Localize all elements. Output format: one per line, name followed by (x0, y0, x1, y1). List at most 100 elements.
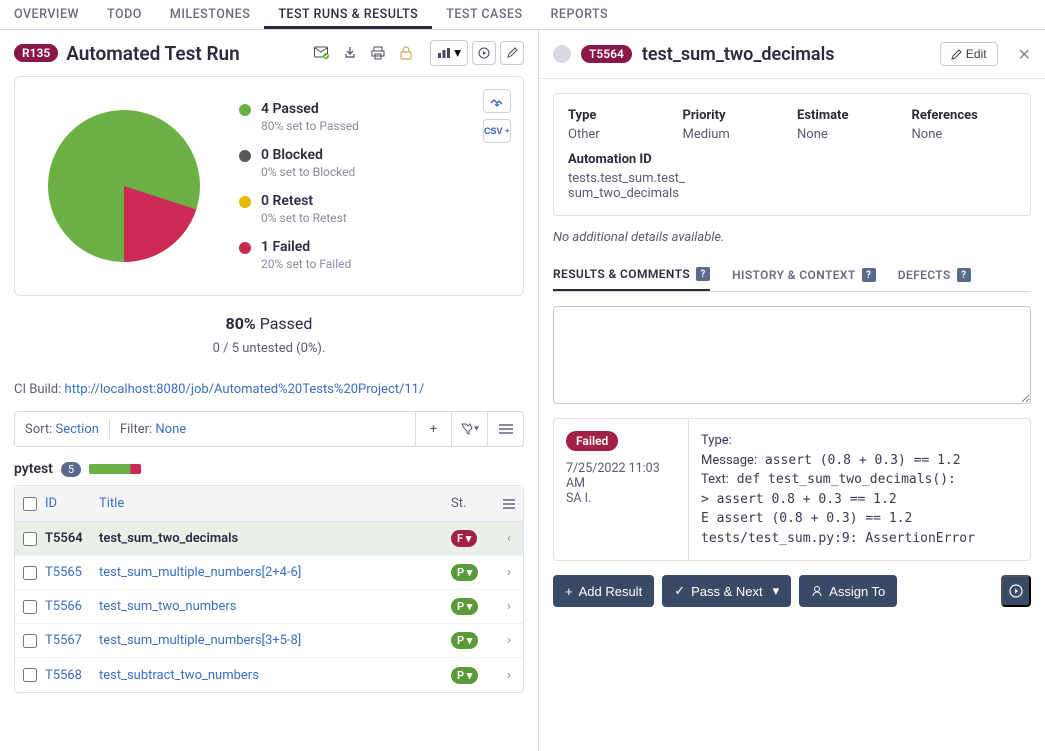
row-title[interactable]: test_sum_multiple_numbers[3+5-8] (99, 633, 451, 648)
assign-to-button[interactable]: Assign To (799, 575, 897, 607)
run-header: R135 Automated Test Run ▾ (0, 30, 538, 76)
sort-link[interactable]: Section (56, 422, 99, 437)
nav-milestones[interactable]: MILESTONES (156, 0, 264, 29)
play-icon[interactable] (472, 41, 496, 65)
edit-icon[interactable] (500, 41, 524, 65)
help-icon[interactable]: ? (957, 268, 971, 282)
status-pill[interactable]: P ▾ (451, 667, 478, 684)
close-icon[interactable]: ✕ (1018, 45, 1031, 64)
status-badge: Failed (566, 431, 618, 451)
help-icon[interactable]: ? (696, 267, 710, 281)
row-title[interactable]: test_sum_multiple_numbers[2+4-6] (99, 565, 451, 580)
col-header-title[interactable]: Title (99, 496, 451, 511)
play-button[interactable] (1001, 575, 1031, 607)
col-header-status[interactable]: St. (451, 496, 495, 511)
row-id[interactable]: T5564 (45, 531, 99, 546)
row-expand-icon[interactable]: › (495, 668, 523, 683)
row-checkbox[interactable] (23, 566, 37, 580)
row-expand-icon[interactable]: › (495, 599, 523, 614)
row-expand-icon[interactable]: › (495, 633, 523, 648)
select-all-checkbox[interactable] (23, 497, 37, 511)
edit-button[interactable]: Edit (940, 42, 998, 66)
chart-dropdown[interactable]: ▾ (430, 40, 468, 66)
nav-test-cases[interactable]: TEST CASES (432, 0, 536, 29)
status-pill[interactable]: F ▾ (451, 530, 477, 547)
section-name[interactable]: pytest (14, 461, 53, 477)
row-checkbox[interactable] (23, 634, 37, 648)
col-header-id[interactable]: ID (45, 496, 99, 511)
filter-link[interactable]: None (155, 422, 186, 437)
list-view-button[interactable] (487, 411, 523, 447)
row-expand-icon[interactable]: › (495, 565, 523, 580)
table-row[interactable]: T5565 test_sum_multiple_numbers[2+4-6] P… (15, 556, 523, 590)
top-nav: OVERVIEW TODO MILESTONES TEST RUNS & RES… (0, 0, 1045, 30)
run-title: Automated Test Run (66, 42, 240, 65)
col-menu-button[interactable] (495, 498, 523, 510)
ci-build-line: CI Build: http://localhost:8080/job/Auto… (0, 376, 538, 403)
row-expand-icon[interactable]: ‹ (495, 531, 523, 546)
chart-data-item: 1 Failed20% set to Failed (239, 239, 359, 271)
comment-textarea[interactable] (553, 306, 1031, 404)
row-checkbox[interactable] (23, 532, 37, 546)
row-id[interactable]: T5566 (45, 599, 99, 614)
chart-data-item: 0 Retest0% set to Retest (239, 193, 359, 225)
test-table: ID Title St. T5564 test_sum_two_decimals… (14, 485, 524, 693)
row-checkbox[interactable] (23, 668, 37, 682)
chevron-down-icon: ▾ (454, 45, 461, 61)
nav-overview[interactable]: OVERVIEW (0, 0, 93, 29)
table-row[interactable]: T5567 test_sum_multiple_numbers[3+5-8] P… (15, 624, 523, 658)
tab-history[interactable]: HISTORY & CONTEXT? (732, 259, 876, 291)
section-header: pytest 5 (0, 447, 538, 485)
lock-icon[interactable] (394, 41, 418, 65)
inner-tabs: RESULTS & COMMENTS? HISTORY & CONTEXT? D… (553, 259, 1031, 292)
result-card: Failed 7/25/2022 11:03 AM SA I. Type: Me… (553, 418, 1031, 561)
chart-data-item: 4 Passed80% set to Passed (239, 101, 359, 133)
status-pill[interactable]: P ▾ (451, 564, 478, 581)
avatar (553, 45, 571, 63)
ci-build-link[interactable]: http://localhost:8080/job/Automated%20Te… (65, 382, 425, 397)
detail-header: T5564 test_sum_two_decimals Edit ✕ (539, 30, 1045, 79)
summary: 80% Passed 0 / 5 untested (0%). (0, 314, 538, 356)
filter-funnel-button[interactable]: ▾ (451, 411, 487, 447)
nav-test-runs[interactable]: TEST RUNS & RESULTS (264, 0, 432, 29)
print-icon[interactable] (366, 41, 390, 65)
chart-data-series: 4 Passed80% set to Passed 0 Blocked0% set… (239, 101, 359, 271)
nav-todo[interactable]: TODO (93, 0, 156, 29)
action-bar: +Add Result ✓Pass & Next▾ Assign To (553, 575, 1031, 607)
table-row[interactable]: T5566 test_sum_two_numbers P ▾ › (15, 590, 523, 624)
row-title[interactable]: test_subtract_two_numbers (99, 668, 451, 683)
table-row[interactable]: T5568 test_subtract_two_numbers P ▾ › (15, 658, 523, 692)
filter-bar: Sort: Section Filter: None + ▾ (14, 411, 524, 447)
result-author: SA I. (566, 491, 676, 506)
chart-data-item: 0 Blocked0% set to Blocked (239, 147, 359, 179)
export-csv-button[interactable]: CSV (483, 119, 511, 143)
help-icon[interactable]: ? (862, 268, 876, 282)
row-checkbox[interactable] (23, 600, 37, 614)
table-row[interactable]: T5564 test_sum_two_decimals F ▾ ‹ (15, 522, 523, 556)
add-result-button[interactable]: +Add Result (553, 575, 654, 607)
row-id[interactable]: T5567 (45, 633, 99, 648)
run-badge: R135 (14, 44, 58, 62)
detail-title: test_sum_two_decimals (642, 44, 835, 65)
export-image-button[interactable] (483, 89, 511, 113)
detail-box: TypeOther PriorityMedium EstimateNone Re… (553, 93, 1031, 216)
section-count: 5 (61, 462, 81, 477)
pass-next-button[interactable]: ✓Pass & Next▾ (662, 575, 791, 607)
mail-icon[interactable] (310, 41, 334, 65)
row-id[interactable]: T5565 (45, 565, 99, 580)
row-title[interactable]: test_sum_two_decimals (99, 531, 451, 546)
mini-progress-bar (89, 464, 141, 474)
tab-results[interactable]: RESULTS & COMMENTS? (553, 259, 710, 291)
tab-defects[interactable]: DEFECTS? (898, 259, 971, 291)
row-id[interactable]: T5568 (45, 668, 99, 683)
result-timestamp: 7/25/2022 11:03 AM (566, 461, 676, 491)
chart-panel: CSV 4 Passed80% set to Passed 0 Blocked0%… (14, 76, 524, 296)
no-details-text: No additional details available. (553, 230, 1031, 245)
pie-chart (29, 91, 219, 281)
row-title[interactable]: test_sum_two_numbers (99, 599, 451, 614)
status-pill[interactable]: P ▾ (451, 598, 478, 615)
export-icon[interactable] (338, 41, 362, 65)
add-filter-button[interactable]: + (415, 411, 451, 447)
nav-reports[interactable]: REPORTS (537, 0, 623, 29)
status-pill[interactable]: P ▾ (451, 632, 478, 649)
